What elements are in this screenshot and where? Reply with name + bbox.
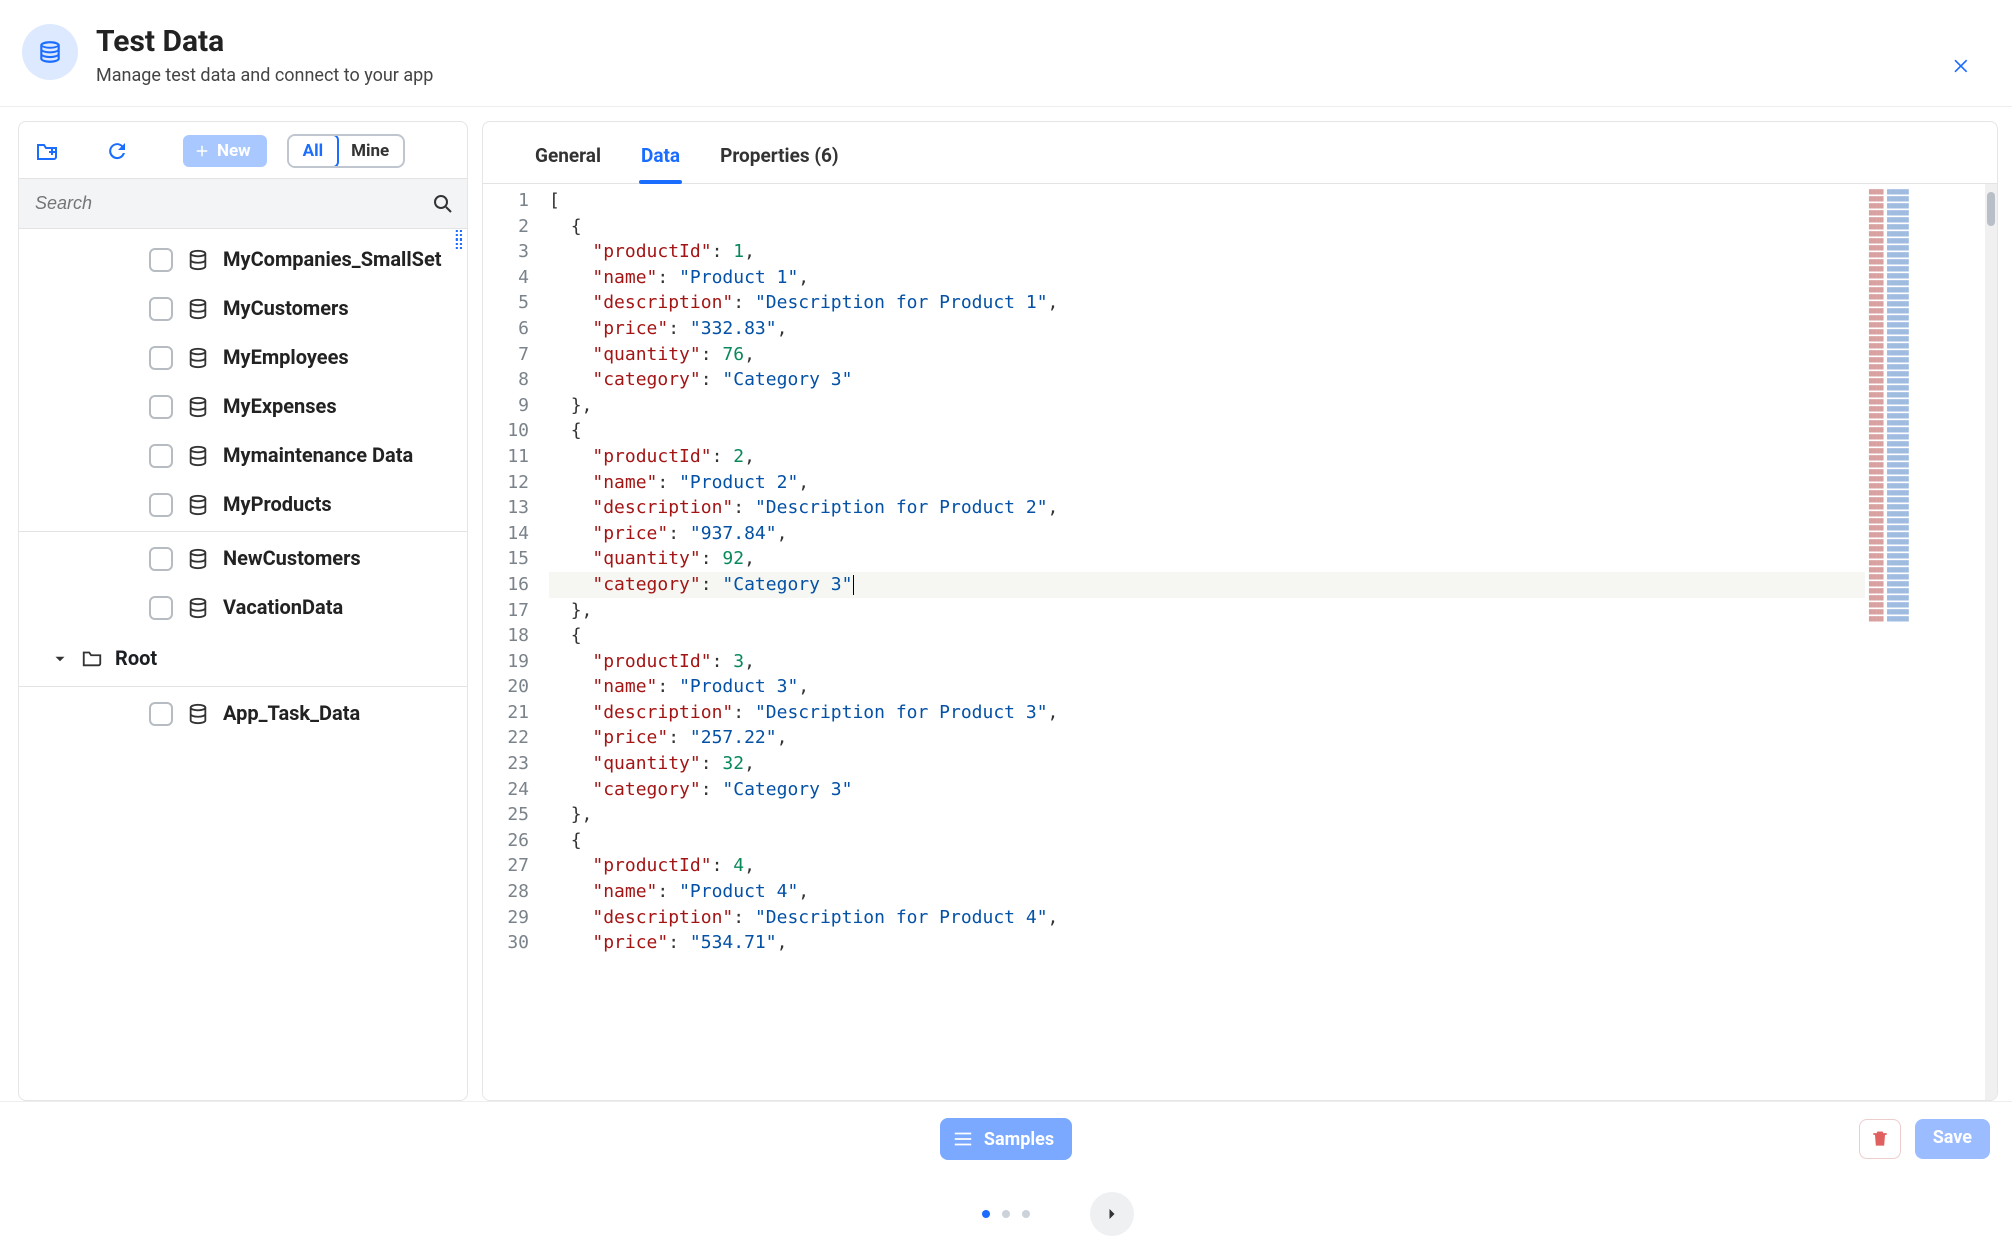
dataset-tree[interactable]: MyCompanies_SmallSet MyCustomers MyEmploye… [19,229,467,1100]
search-input[interactable] [31,185,431,222]
database-icon [187,494,209,516]
dataset-label: MyCustomers [223,296,447,321]
checkbox[interactable] [149,596,173,620]
delete-button[interactable] [1859,1119,1901,1159]
chevron-down-icon [51,649,69,667]
dataset-label: MyEmployees [223,345,447,370]
editor-scrollbar[interactable] [1985,184,1997,1100]
dataset-label: MyExpenses [223,394,447,419]
pager-dot-1[interactable] [982,1210,990,1218]
pager-next-button[interactable] [1090,1192,1134,1236]
dataset-item[interactable]: NewCustomers [19,534,467,583]
dataset-item[interactable]: MyEmployees [19,333,467,382]
dataset-label: VacationData [223,595,447,620]
refresh-icon[interactable] [103,137,131,165]
code-editor[interactable]: 1234567891011121314151617181920212223242… [483,184,1997,1100]
folder-icon [81,647,103,669]
sidebar: New All Mine ⠿⠿ MyCompanies_SmallSet MyCu… [18,121,468,1101]
resize-handle-icon[interactable]: ⠿⠿ [454,233,465,251]
pager-dot-2[interactable] [1002,1210,1010,1218]
filter-segment: All Mine [287,134,406,168]
tab-general[interactable]: General [533,136,603,183]
filter-all[interactable]: All [287,134,339,168]
dataset-label: Mymaintenance Data [223,443,447,468]
database-icon [187,347,209,369]
save-button[interactable]: Save [1915,1119,1990,1159]
checkbox[interactable] [149,297,173,321]
checkbox[interactable] [149,444,173,468]
database-icon [187,703,209,725]
database-icon [187,597,209,619]
database-icon [187,445,209,467]
tab-data[interactable]: Data [639,136,682,183]
close-button[interactable] [1948,52,1976,80]
root-label: Root [115,646,157,670]
dataset-label: App_Task_Data [223,701,447,726]
header: Test Data Manage test data and connect t… [0,0,2012,107]
new-button-label: New [217,141,251,161]
dataset-label: MyProducts [223,492,447,517]
dataset-item[interactable]: MyProducts [19,480,467,529]
database-icon [187,396,209,418]
dataset-label: NewCustomers [223,546,447,571]
page-title: Test Data [96,24,433,59]
root-folder[interactable]: Root [19,632,467,684]
samples-button[interactable]: Samples [940,1118,1072,1160]
checkbox[interactable] [149,702,173,726]
pager-dots [982,1210,1030,1218]
dataset-item[interactable]: MyCompanies_SmallSet [19,235,467,284]
dataset-item[interactable]: App_Task_Data [19,689,467,738]
database-header-icon [22,24,78,80]
footer: Samples Save [0,1101,2012,1176]
checkbox[interactable] [149,493,173,517]
database-icon [187,548,209,570]
dataset-item[interactable]: Mymaintenance Data [19,431,467,480]
checkbox[interactable] [149,248,173,272]
main-panel: General Data Properties (6) 123456789101… [482,121,1998,1101]
pager-dot-3[interactable] [1022,1210,1030,1218]
search-icon[interactable] [431,192,455,216]
editor-minimap[interactable]: ▆▆▆▆ ▆▆▆▆▆▆▆▆▆▆ ▆▆▆▆▆▆▆▆▆▆ ▆▆▆▆▆▆▆▆▆▆ ▆▆… [1865,184,1985,1100]
search-row [19,178,467,229]
editor-gutter: 1234567891011121314151617181920212223242… [483,184,539,1100]
checkbox[interactable] [149,346,173,370]
pager [0,1176,2012,1256]
checkbox[interactable] [149,395,173,419]
page-subtitle: Manage test data and connect to your app [96,65,433,86]
database-icon [187,249,209,271]
editor-code[interactable]: [ { "productId": 1, "name": "Product 1",… [539,184,1865,1100]
checkbox[interactable] [149,547,173,571]
samples-label: Samples [984,1129,1054,1150]
dataset-item[interactable]: MyExpenses [19,382,467,431]
new-button[interactable]: New [183,135,267,167]
dataset-item[interactable]: MyCustomers [19,284,467,333]
filter-mine[interactable]: Mine [337,136,403,166]
dataset-item[interactable]: VacationData [19,583,467,632]
tab-properties[interactable]: Properties (6) [718,136,840,183]
database-icon [187,298,209,320]
dataset-label: MyCompanies_SmallSet [223,247,447,272]
new-folder-icon[interactable] [33,137,61,165]
